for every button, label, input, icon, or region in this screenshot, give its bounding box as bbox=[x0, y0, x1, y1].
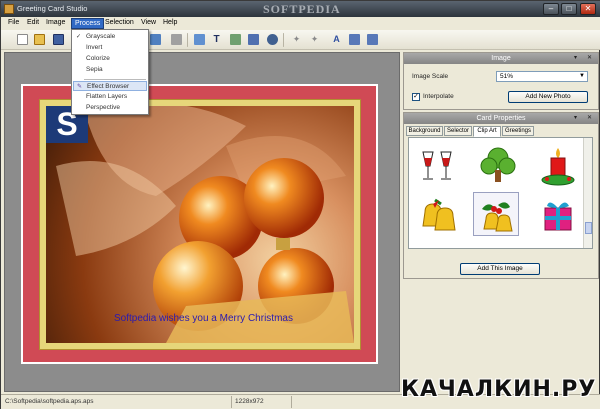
save-icon[interactable] bbox=[53, 34, 64, 45]
clipart-gallery bbox=[408, 137, 593, 249]
menu-item-label: Flatten Layers bbox=[86, 93, 128, 100]
image-scale-value: 51% bbox=[500, 73, 514, 80]
menu-file[interactable]: File bbox=[5, 18, 22, 29]
menu-item-perspective[interactable]: Perspective bbox=[73, 103, 147, 113]
image-panel: Image ▾ ✕ Image Scale 51% ▼ ✓ Interpolat… bbox=[403, 52, 599, 110]
menu-view[interactable]: View bbox=[138, 18, 159, 29]
image-panel-header: Image ▾ ✕ bbox=[404, 53, 598, 64]
card-border: S Softpedia wishes you a Merry Christmas bbox=[21, 84, 378, 364]
image-icon[interactable] bbox=[194, 34, 205, 45]
close-icon[interactable]: ✕ bbox=[587, 113, 592, 124]
maximize-button[interactable]: □ bbox=[561, 3, 577, 15]
app-icon bbox=[4, 4, 14, 14]
gift-icon[interactable] bbox=[535, 194, 581, 238]
menu-item-effect-browser[interactable]: ✎ Effect Browser bbox=[73, 81, 147, 91]
menu-item-grayscale[interactable]: ✓ Grayscale bbox=[73, 32, 147, 42]
holly-bells-icon[interactable] bbox=[473, 192, 519, 236]
status-file-path: C:\Softpedia\softpedia.aps.aps bbox=[5, 398, 94, 405]
properties-icon[interactable] bbox=[349, 34, 360, 45]
menu-item-colorize[interactable]: Colorize bbox=[73, 54, 147, 64]
menu-help[interactable]: Help bbox=[160, 18, 180, 29]
paste-icon[interactable] bbox=[171, 34, 182, 45]
add-this-image-button[interactable]: Add This Image bbox=[460, 263, 540, 275]
menu-selection[interactable]: Selection bbox=[102, 18, 137, 29]
tab-clip-art[interactable]: Clip Art bbox=[473, 126, 501, 137]
minimize-button[interactable]: – bbox=[543, 3, 559, 15]
card-properties-panel: Card Properties ▾ ✕ Background Selector … bbox=[403, 112, 599, 279]
panel-title: Card Properties bbox=[476, 115, 526, 122]
tab-background[interactable]: Background bbox=[406, 126, 443, 136]
frame-icon[interactable] bbox=[248, 34, 259, 45]
menu-process[interactable]: Process bbox=[71, 18, 105, 29]
canvas-area[interactable]: S Softpedia wishes you a Merry Christmas bbox=[4, 52, 400, 392]
tree-icon[interactable] bbox=[475, 144, 521, 188]
new-icon[interactable] bbox=[17, 34, 28, 45]
menu-separator bbox=[84, 79, 146, 80]
font-icon[interactable]: A bbox=[331, 34, 342, 45]
toolbar-separator bbox=[187, 33, 188, 47]
image-scale-label: Image Scale bbox=[412, 73, 449, 80]
menu-item-label: Sepia bbox=[86, 66, 103, 73]
ornaments-photo bbox=[56, 106, 354, 343]
rotate-icon[interactable] bbox=[267, 34, 278, 45]
menu-item-label: Perspective bbox=[86, 104, 120, 111]
menu-image[interactable]: Image bbox=[43, 18, 68, 29]
move-down-icon[interactable]: ✦ bbox=[309, 34, 320, 45]
move-up-icon[interactable]: ✦ bbox=[291, 34, 302, 45]
menu-item-invert[interactable]: Invert bbox=[73, 43, 147, 53]
clipart-icon[interactable] bbox=[230, 34, 241, 45]
menu-item-label: Grayscale bbox=[86, 33, 116, 40]
interpolate-label: Interpolate bbox=[423, 93, 454, 100]
menu-edit[interactable]: Edit bbox=[24, 18, 42, 29]
pin-icon[interactable]: ▾ bbox=[574, 113, 577, 124]
chevron-down-icon: ▼ bbox=[579, 73, 585, 79]
card-properties-header: Card Properties ▾ ✕ bbox=[404, 113, 598, 124]
image-scale-select[interactable]: 51% ▼ bbox=[496, 71, 588, 82]
panel-title: Image bbox=[491, 55, 511, 62]
close-button[interactable]: ✕ bbox=[580, 3, 596, 15]
menu-item-label: Effect Browser bbox=[87, 83, 130, 90]
print-icon[interactable] bbox=[367, 34, 378, 45]
copy-icon[interactable] bbox=[150, 34, 161, 45]
window-title: Greeting Card Studio bbox=[17, 4, 88, 13]
toolbar-separator bbox=[283, 33, 284, 47]
clipart-scrollbar[interactable] bbox=[583, 138, 592, 248]
card-frame: S Softpedia wishes you a Merry Christmas bbox=[39, 99, 361, 350]
brand-overlay: КАЧАЛКИН.РУ bbox=[401, 377, 597, 402]
status-image-size: 1228x972 bbox=[235, 398, 264, 405]
pin-icon[interactable]: ▾ bbox=[574, 53, 577, 64]
watermark: SOFTPEDIA bbox=[263, 2, 341, 16]
card-photo[interactable]: S Softpedia wishes you a Merry Christmas bbox=[46, 106, 354, 343]
title-bar[interactable]: Greeting Card Studio SOFTPEDIA – □ ✕ bbox=[1, 1, 600, 17]
interpolate-checkbox[interactable]: ✓ bbox=[412, 93, 420, 101]
menu-item-sepia[interactable]: Sepia bbox=[73, 65, 147, 75]
menu-item-label: Invert bbox=[86, 44, 103, 51]
wine-glasses-icon[interactable] bbox=[415, 144, 461, 188]
status-divider bbox=[231, 396, 232, 408]
panel-empty-area bbox=[403, 281, 599, 391]
menu-item-label: Colorize bbox=[86, 55, 110, 62]
status-divider bbox=[291, 396, 292, 408]
tab-selector[interactable]: Selector bbox=[444, 126, 472, 136]
bells-icon[interactable] bbox=[415, 194, 461, 238]
scrollbar-thumb[interactable] bbox=[585, 222, 592, 234]
app-window: Greeting Card Studio SOFTPEDIA – □ ✕ Fil… bbox=[0, 0, 600, 409]
check-icon: ✓ bbox=[76, 34, 82, 40]
menu-item-flatten-layers[interactable]: Flatten Layers bbox=[73, 92, 147, 102]
card-message[interactable]: Softpedia wishes you a Merry Christmas bbox=[114, 313, 293, 324]
add-new-photo-button[interactable]: Add New Photo bbox=[508, 91, 588, 103]
tab-greetings[interactable]: Greetings bbox=[502, 126, 534, 136]
open-folder-icon[interactable] bbox=[34, 34, 45, 45]
process-menu-dropdown: ✓ Grayscale Invert Colorize Sepia ✎ Effect… bbox=[71, 29, 149, 115]
close-icon[interactable]: ✕ bbox=[587, 53, 592, 64]
text-icon[interactable]: T bbox=[211, 34, 222, 45]
candle-icon[interactable] bbox=[535, 144, 581, 188]
effects-icon: ✎ bbox=[77, 84, 83, 90]
